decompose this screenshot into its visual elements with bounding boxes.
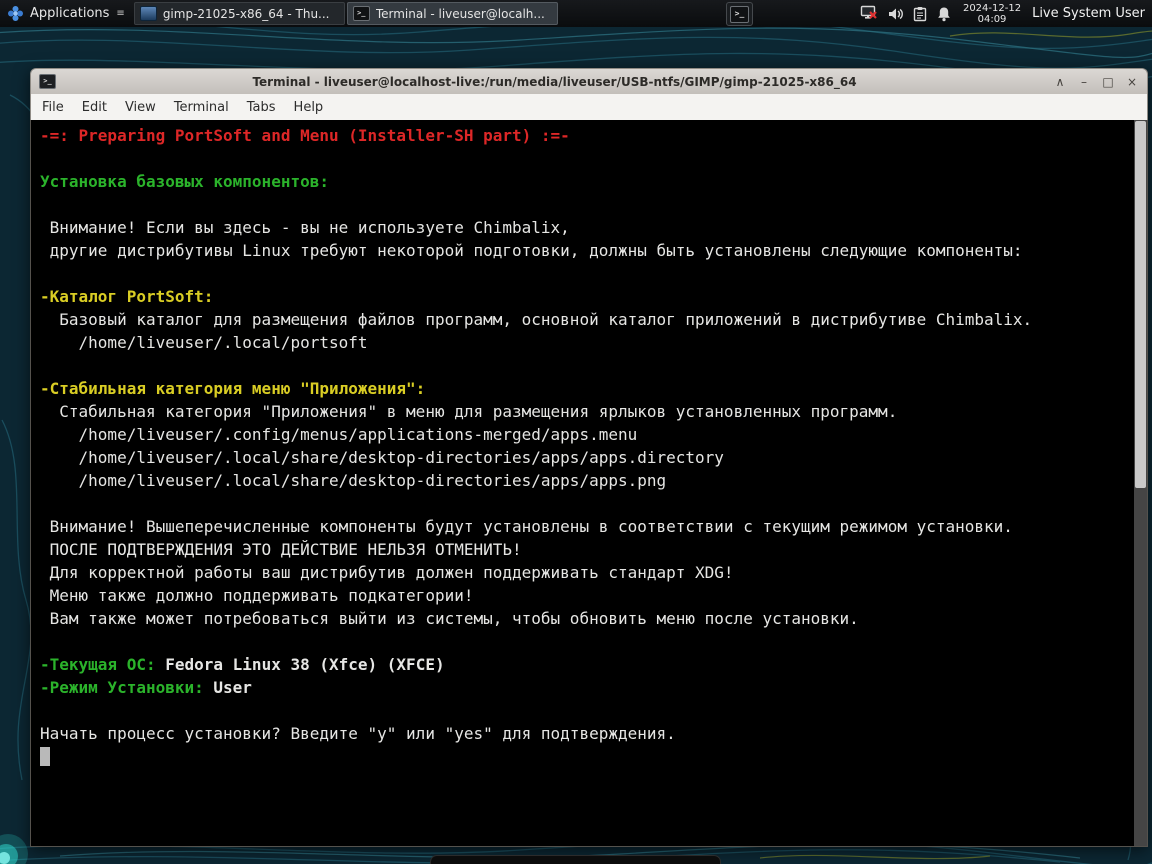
terminal-line [40,745,1134,768]
volume-icon[interactable] [887,6,904,22]
terminal-text-segment: Внимание! Если вы здесь - вы не использу… [40,218,570,237]
terminal-line: Установка базовых компонентов: [40,170,1134,193]
terminal-text-segment: /home/liveuser/.local/portsoft [40,333,368,352]
terminal-text-segment: Начать процесс установки? Введите "y" ил… [40,724,676,743]
terminal-text-segment: -Текущая ОС: [40,655,166,674]
terminal-scrollbar[interactable] [1134,120,1147,846]
panel-tray-area: 2024-12-12 04:09 Live System User [860,0,1152,27]
terminal-line: Внимание! Если вы здесь - вы не использу… [40,216,1134,239]
terminal-text-segment: /home/liveuser/.local/share/desktop-dire… [40,448,724,467]
terminal-launcher-icon: >_ [730,5,749,23]
applications-menu-icon [8,6,23,21]
terminal-text-segment: Fedora Linux 38 (Xfce) (XFCE) [165,655,445,674]
terminal-text-segment: Установка базовых компонентов: [40,172,329,191]
terminal-line: /home/liveuser/.config/menus/application… [40,423,1134,446]
terminal-text-segment: /home/liveuser/.config/menus/application… [40,425,638,444]
user-label: Live System User [1032,6,1145,21]
terminal-window: >_ Terminal - liveuser@localhost-live:/r… [30,68,1148,847]
terminal-line: -Стабильная категория меню "Приложения": [40,377,1134,400]
terminal-line: -Режим Установки: User [40,676,1134,699]
terminal-text-segment: -Режим Установки: [40,678,214,697]
terminal-line: Базовый каталог для размещения файлов пр… [40,308,1134,331]
terminal-output: -=: Preparing PortSoft and Menu (Install… [31,120,1134,846]
window-title: Terminal - liveuser@localhost-live:/run/… [252,74,857,89]
terminal-text-segment: другие дистрибутивы Linux требуют некото… [40,241,1023,260]
terminal-line: Внимание! Вышеперечисленные компоненты б… [40,515,1134,538]
terminal-screen[interactable]: -=: Preparing PortSoft and Menu (Install… [30,120,1148,847]
menu-edit[interactable]: Edit [73,96,116,119]
terminal-text-segment: -Стабильная категория меню "Приложения": [40,379,426,398]
terminal-line: /home/liveuser/.local/share/desktop-dire… [40,469,1134,492]
terminal-text-segment: Вам также может потребоваться выйти из с… [40,609,859,628]
terminal-launcher-button[interactable]: >_ [726,2,753,26]
clipboard-icon[interactable] [913,6,927,22]
file-manager-icon [139,6,157,21]
menu-file[interactable]: File [33,96,73,119]
terminal-text-segment: Базовый каталог для размещения файлов пр… [40,310,1033,329]
top-panel: Applications ≡ gimp-21025-x86_64 - Thu..… [0,0,1152,27]
terminal-line: другие дистрибутивы Linux требуют некото… [40,239,1134,262]
terminal-text-segment: Для корректной работы ваш дистрибутив до… [40,563,734,582]
menu-terminal[interactable]: Terminal [165,96,238,119]
terminal-text-segment: Меню также должно поддерживать подкатего… [40,586,474,605]
terminal-text-segment: Внимание! Вышеперечисленные компоненты б… [40,517,1013,536]
terminal-text-segment: -Каталог PortSoft: [40,287,214,306]
menubar: File Edit View Terminal Tabs Help [30,94,1148,120]
terminal-line: Для корректной работы ваш дистрибутив до… [40,561,1134,584]
clock-date: 2024-12-12 [962,2,1022,14]
terminal-icon: >_ [352,6,370,21]
terminal-text-segment: -=: Preparing PortSoft and Menu (Install… [40,126,570,145]
window-icon: >_ [39,74,56,89]
maximize-button[interactable]: □ [1101,69,1115,95]
terminal-line: ПОСЛЕ ПОДТВЕРЖДЕНИЯ ЭТО ДЕЙСТВИЕ НЕЛЬЗЯ … [40,538,1134,561]
terminal-text-segment: User [213,678,252,697]
panel-clock[interactable]: 2024-12-12 04:09 [963,3,1021,25]
menu-help[interactable]: Help [285,96,333,119]
terminal-line: /home/liveuser/.local/portsoft [40,331,1134,354]
terminal-cursor [40,747,50,766]
terminal-line: Начать процесс установки? Введите "y" ил… [40,722,1134,745]
taskbar-button-label: Terminal - liveuser@localh... [375,6,545,21]
terminal-text-segment: ПОСЛЕ ПОДТВЕРЖДЕНИЯ ЭТО ДЕЙСТВИЕ НЕЛЬЗЯ … [40,540,522,559]
taskbar-button-terminal[interactable]: >_ Terminal - liveuser@localh... [346,2,558,25]
menu-tabs[interactable]: Tabs [238,96,285,119]
terminal-line: -=: Preparing PortSoft and Menu (Install… [40,124,1134,147]
notifications-icon[interactable] [936,6,952,22]
window-controls: ∧ – □ × [1053,69,1139,95]
terminal-line: Стабильная категория "Приложения" в меню… [40,400,1134,423]
taskbar-button-label: gimp-21025-x86_64 - Thu... [162,6,330,21]
display-error-icon[interactable] [860,5,878,22]
terminal-line: -Текущая ОС: Fedora Linux 38 (Xfce) (XFC… [40,653,1134,676]
menu-view[interactable]: View [116,96,165,119]
applications-menu-label: Applications [30,6,110,21]
titlebar[interactable]: >_ Terminal - liveuser@localhost-live:/r… [30,68,1148,94]
terminal-text-segment: /home/liveuser/.local/share/desktop-dire… [40,471,667,490]
clock-time: 04:09 [977,13,1007,25]
system-tray [860,5,952,22]
menu-lines-icon: ≡ [116,8,125,19]
terminal-line: Вам также может потребоваться выйти из с… [40,607,1134,630]
shade-button[interactable]: ∧ [1053,69,1067,95]
taskbar-button-file-manager[interactable]: gimp-21025-x86_64 - Thu... [133,2,345,25]
scrollbar-thumb[interactable] [1135,121,1146,488]
minimize-button[interactable]: – [1077,69,1091,95]
terminal-line: /home/liveuser/.local/share/desktop-dire… [40,446,1134,469]
terminal-line: Меню также должно поддерживать подкатего… [40,584,1134,607]
applications-menu-button[interactable]: Applications ≡ [0,0,132,27]
terminal-text-segment: Стабильная категория "Приложения" в меню… [40,402,898,421]
terminal-line: -Каталог PortSoft: [40,285,1134,308]
hidden-dock[interactable] [430,855,721,864]
close-button[interactable]: × [1125,69,1139,95]
